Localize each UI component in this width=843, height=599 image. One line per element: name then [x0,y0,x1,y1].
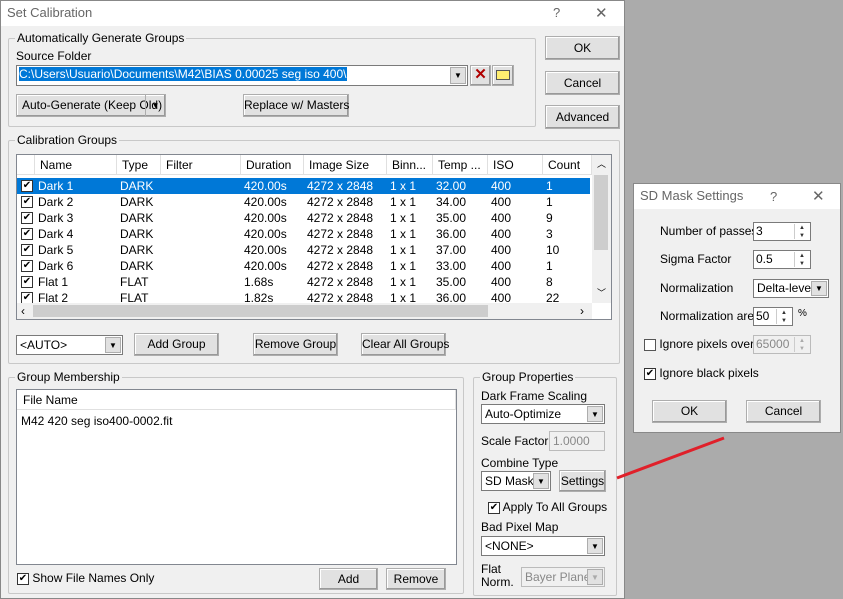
area-value: 50 [756,309,770,323]
normalization-label: Normalization [660,281,734,295]
sigma-value: 0.5 [756,252,773,266]
passes-value: 3 [756,224,763,238]
normalization-area-label: Normalization area [660,309,761,323]
normalization-select[interactable]: Delta-level ▼ [753,279,829,298]
normalization-value: Delta-level [757,281,814,295]
percent-unit: % [798,308,807,319]
sd-title-bar: SD Mask Settings ? ✕ [634,184,840,209]
sd-mask-settings-dialog: SD Mask Settings ? ✕ Number of passes 3 ▲… [633,183,841,433]
checkbox-unchecked-icon[interactable] [644,338,656,351]
spinner-arrows-icon[interactable]: ▲ ▼ [776,309,791,324]
passes-spinner[interactable]: 3 ▲ ▼ [753,222,811,241]
ignore-black-pixels-checkbox[interactable]: ✔ Ignore black pixels [644,366,759,380]
sd-cancel-button[interactable]: Cancel [746,400,821,423]
ignore-pixels-over-checkbox[interactable]: Ignore pixels over [644,337,754,351]
normalization-area-spinner[interactable]: 50 ▲ ▼ [753,307,793,326]
red-arrow-line [616,436,725,480]
passes-label: Number of passes [660,224,758,238]
checkbox-checked-icon[interactable]: ✔ [644,367,656,380]
chevron-down-icon[interactable]: ▼ [811,281,827,296]
sd-close-button[interactable]: ✕ [812,187,825,205]
sd-dialog-title: SD Mask Settings [640,188,744,203]
spinner-arrows-icon[interactable]: ▲ ▼ [794,252,809,267]
ignore-over-spinner[interactable]: 65000 ▲ ▼ [753,335,811,354]
spinner-arrows-icon[interactable]: ▲ ▼ [794,224,809,239]
sd-help-button[interactable]: ? [770,189,777,204]
ignore-over-value: 65000 [756,337,790,351]
sigma-label: Sigma Factor [660,252,732,266]
spinner-arrows-icon[interactable]: ▲ ▼ [794,337,809,352]
sd-ok-button[interactable]: OK [652,400,727,423]
ignore-over-label: Ignore pixels over [659,337,755,351]
sigma-spinner[interactable]: 0.5 ▲ ▼ [753,250,811,269]
ignore-black-label: Ignore black pixels [659,366,759,380]
